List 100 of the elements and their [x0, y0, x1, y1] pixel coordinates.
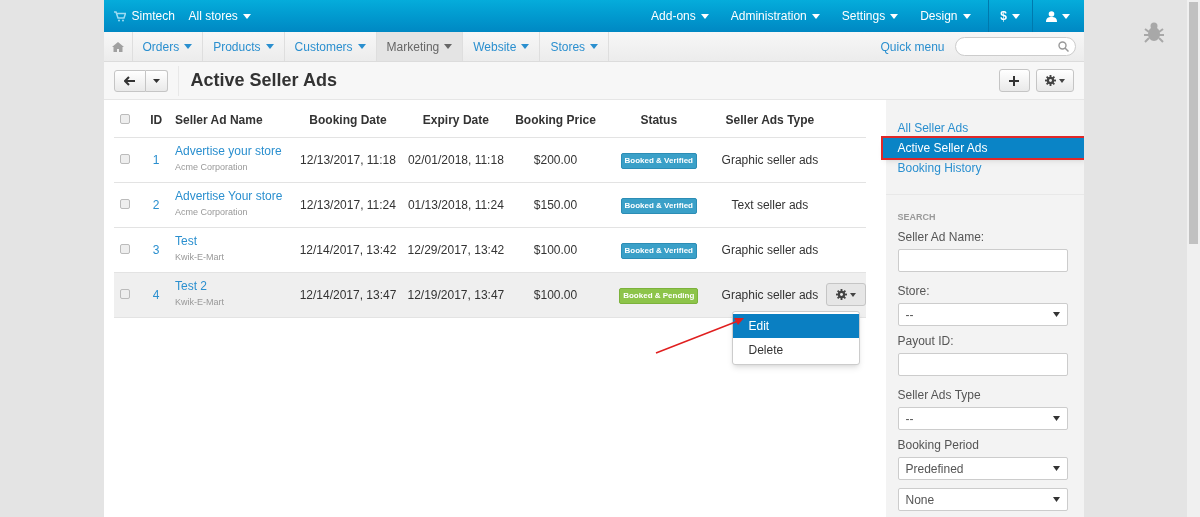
home-icon — [111, 41, 124, 52]
top-menu[interactable]: Administration — [719, 0, 831, 32]
brand-link[interactable]: Simtech — [131, 7, 175, 25]
caret-icon — [1052, 416, 1060, 421]
select-field[interactable]: -- — [897, 303, 1068, 326]
status-badge: Booked & Pending — [619, 288, 699, 304]
caret-icon — [265, 44, 274, 49]
field-label: Booking Period — [897, 438, 980, 452]
column-header: Booking Date — [309, 113, 387, 128]
caret-icon — [357, 44, 366, 49]
sidebar-link[interactable]: Active Seller Ads — [882, 138, 1084, 158]
price: $200.00 — [533, 152, 578, 167]
caret-icon — [444, 44, 453, 49]
expiry-date: 12/19/2017, 13:47 — [407, 287, 505, 302]
dropdown-button[interactable] — [145, 69, 168, 92]
top-menu[interactable]: Add-ons — [640, 0, 720, 32]
caret-icon — [890, 13, 899, 19]
expiry-date: 02/01/2018, 11:18 — [407, 152, 504, 167]
company-name: Acme Corporation — [175, 206, 248, 220]
caret-icon — [962, 13, 971, 19]
search-field[interactable] — [954, 37, 1076, 56]
column-header: ID — [150, 113, 163, 128]
menu-item[interactable]: Delete — [732, 337, 859, 362]
store-switcher[interactable]: All stores — [188, 7, 251, 25]
menu-item[interactable]: Edit — [732, 313, 859, 338]
sidebar-link[interactable]: Booking History — [885, 158, 1084, 178]
quick-menu-link[interactable]: Quick menu — [880, 37, 945, 56]
status-badge: Booked & Verified — [620, 153, 697, 169]
id-link[interactable]: 2 — [152, 197, 160, 212]
search-icon — [1057, 41, 1069, 52]
caret-icon — [1062, 13, 1070, 19]
company-name: Kwik-E-Mart — [175, 296, 224, 310]
price: $100.00 — [533, 287, 578, 302]
caret-icon — [1052, 497, 1060, 502]
price: $100.00 — [533, 242, 578, 257]
ad-type: Graphic seller ads — [721, 242, 819, 257]
nav-tab[interactable]: Customers — [284, 32, 377, 61]
ad-name-link[interactable]: Test — [175, 234, 197, 250]
ad-name-link[interactable]: Advertise your store — [175, 144, 282, 160]
field-label: Seller Ads Type — [897, 388, 982, 402]
checkbox[interactable] — [120, 198, 131, 209]
column-header: Seller Ads Type — [725, 113, 815, 128]
field-label: Payout ID: — [897, 334, 955, 348]
nav-tab[interactable]: Products — [203, 32, 285, 61]
expiry-date: 12/29/2017, 13:42 — [407, 242, 505, 257]
checkbox[interactable] — [120, 114, 131, 125]
field-label: Store: — [897, 284, 931, 298]
text-input[interactable] — [897, 249, 1068, 272]
back-button[interactable] — [113, 69, 146, 92]
gear-icon — [1044, 75, 1056, 86]
bug-icon — [1142, 20, 1166, 44]
checkbox[interactable] — [120, 243, 131, 254]
gear-icon — [835, 289, 847, 300]
ad-type: Graphic seller ads — [721, 287, 819, 302]
caret-icon — [242, 13, 251, 19]
company-name: Kwik-E-Mart — [175, 251, 224, 265]
add-button[interactable] — [998, 69, 1030, 92]
price: $150.00 — [533, 197, 578, 212]
sidebar-link[interactable]: All Seller Ads — [885, 118, 1084, 138]
nav-tab[interactable]: Website — [463, 32, 541, 61]
nav-tab[interactable]: Stores — [540, 32, 610, 61]
id-link[interactable]: 3 — [152, 242, 160, 257]
id-link[interactable]: 1 — [152, 152, 160, 167]
top-menu[interactable]: Design — [909, 0, 982, 32]
select-field[interactable]: -- — [897, 407, 1068, 430]
caret-icon — [1011, 13, 1020, 19]
caret-icon — [700, 13, 709, 19]
checkbox[interactable] — [120, 153, 131, 164]
column-header: Status — [640, 113, 678, 128]
column-header: Seller Ad Name — [175, 113, 263, 128]
top-menu[interactable]: Settings — [830, 0, 910, 32]
booking-date: 12/13/2017, 11:18 — [300, 152, 396, 167]
caret-icon — [1052, 312, 1060, 317]
user-icon — [1046, 10, 1057, 22]
status-badge: Booked & Verified — [620, 198, 697, 214]
nav-tab[interactable]: Orders — [132, 32, 204, 61]
booking-date: 12/14/2017, 13:47 — [299, 287, 397, 302]
caret-icon — [1052, 466, 1060, 471]
back-arrow-icon — [124, 75, 135, 86]
booking-date: 12/14/2017, 13:42 — [299, 242, 397, 257]
select-field[interactable]: None — [897, 488, 1068, 511]
caret-icon — [849, 292, 856, 297]
scrollbar[interactable] — [1187, 0, 1200, 517]
expiry-date: 01/13/2018, 11:24 — [407, 197, 504, 212]
caret-icon — [152, 78, 160, 83]
caret-icon — [521, 44, 530, 49]
ad-name-link[interactable]: Test 2 — [175, 279, 207, 295]
ad-type: Text seller ads — [731, 197, 809, 212]
actions-button[interactable] — [825, 283, 866, 306]
id-link[interactable]: 4 — [152, 287, 160, 302]
checkbox[interactable] — [120, 288, 131, 299]
settings-button[interactable] — [1035, 69, 1074, 92]
column-header: Expiry Date — [422, 113, 489, 128]
text-input[interactable] — [897, 353, 1068, 376]
select-field[interactable]: Predefined — [897, 457, 1068, 480]
booking-date: 12/13/2017, 11:24 — [300, 197, 396, 212]
cart-icon — [113, 10, 126, 22]
caret-icon — [184, 44, 193, 49]
ad-name-link[interactable]: Advertise Your store — [175, 189, 283, 205]
nav-tab[interactable]: Marketing — [376, 32, 464, 61]
